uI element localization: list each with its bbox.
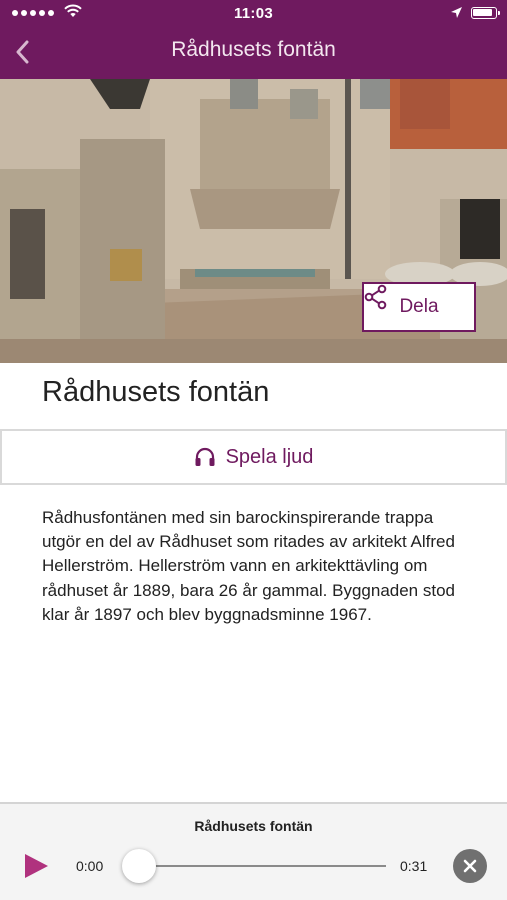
share-button[interactable]: Dela [362, 282, 476, 332]
play-icon [25, 854, 48, 878]
progress-slider-knob[interactable] [122, 849, 156, 883]
share-icon [364, 284, 387, 310]
status-bar: 11:03 [0, 0, 507, 26]
close-player-button[interactable] [453, 849, 487, 883]
headphones-icon [195, 447, 215, 466]
current-time: 0:00 [76, 858, 104, 874]
description-text: Rådhusfontänen med sin barockinspirerand… [42, 508, 455, 624]
play-button[interactable] [22, 852, 52, 880]
play-audio-button[interactable]: Spela ljud [0, 429, 507, 485]
progress-track[interactable] [140, 865, 386, 867]
play-audio-label: Spela ljud [225, 445, 314, 468]
total-time: 0:31 [400, 858, 428, 874]
audio-player: Rådhusets fontän 0:00 0:31 [0, 802, 507, 900]
battery-icon [471, 7, 500, 19]
close-icon [463, 859, 477, 873]
top-bar: 11:03 Rådhusets fontän [0, 0, 507, 79]
location-arrow-icon [451, 7, 462, 18]
share-label: Dela [399, 296, 439, 317]
hero-image: Dela [0, 79, 507, 363]
nav-title: Rådhusets fontän [171, 38, 336, 61]
page-title: Rådhusets fontän [42, 376, 270, 408]
player-title: Rådhusets fontän [194, 818, 313, 834]
status-time: 11:03 [233, 5, 274, 22]
